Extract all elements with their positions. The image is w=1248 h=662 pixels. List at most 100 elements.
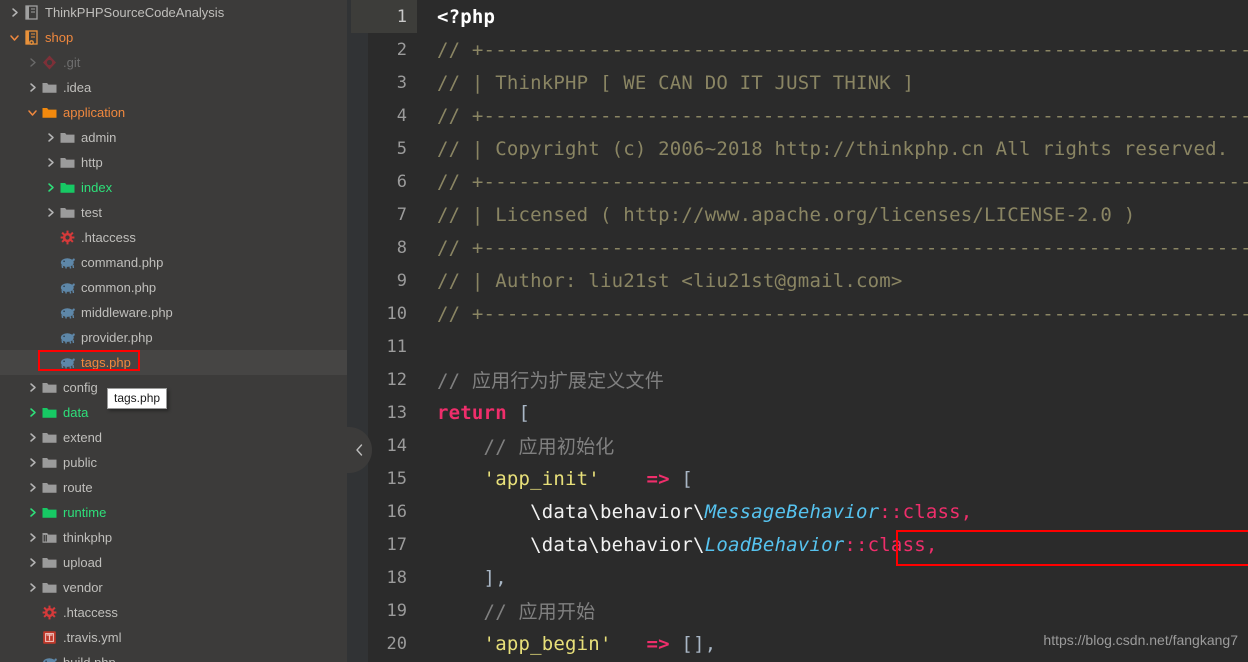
code-token: // | Author: liu21st <liu21st@gmail.com> [437,269,903,292]
code-line[interactable]: 1 <?php [347,0,1248,33]
tree-item-http[interactable]: http [0,150,347,175]
code-line[interactable]: 15 'app_init' => [ [347,462,1248,495]
php-icon [59,279,76,296]
tree-item-htaccess[interactable]: .htaccess [0,225,347,250]
folder-icon [41,379,58,396]
code-line[interactable]: 18 ], [347,561,1248,594]
tree-item-thinkphpsourcecodeanalysis[interactable]: ThinkPHPSourceCodeAnalysis [0,0,347,25]
tree-item-vendor[interactable]: vendor [0,575,347,600]
line-number: 1 [396,6,407,27]
code-line[interactable]: 14 // 应用初始化 [347,429,1248,462]
folder-lib-icon [41,529,58,546]
tree-item-git[interactable]: .git [0,50,347,75]
chevron-right-icon[interactable] [44,206,57,219]
code-line[interactable]: 16 \data\behavior\MessageBehavior::class… [347,495,1248,528]
code-line[interactable]: 8 // +-----------------------------------… [347,231,1248,264]
chevron-right-icon[interactable] [44,131,57,144]
code-line[interactable]: 6 // +-----------------------------------… [347,165,1248,198]
code-line[interactable]: 11 [347,330,1248,363]
code-token: // | ThinkPHP [ WE CAN DO IT JUST THINK … [437,71,915,94]
chevron-right-icon[interactable] [26,456,39,469]
chevron-right-icon[interactable] [8,6,21,19]
php-icon [59,254,76,271]
line-number: 17 [386,534,407,555]
tree-item-common-php[interactable]: common.php [0,275,347,300]
tree-arrow-spacer [26,656,39,662]
line-number: 11 [386,336,407,357]
code-line[interactable]: 12 // 应用行为扩展定义文件 [347,363,1248,396]
chevron-right-icon[interactable] [26,381,39,394]
tree-item-extend[interactable]: extend [0,425,347,450]
code-token: [ [506,401,531,424]
chevron-right-icon[interactable] [26,506,39,519]
tree-arrow-spacer [26,631,39,644]
tree-item-htaccess[interactable]: .htaccess [0,600,347,625]
chevron-down-icon[interactable] [26,106,39,119]
code-line-text: return [ [416,402,530,424]
line-number: 2 [396,39,407,60]
tree-item-public[interactable]: public [0,450,347,475]
chevron-right-icon[interactable] [26,81,39,94]
chevron-right-icon[interactable] [44,156,57,169]
tree-item-thinkphp[interactable]: thinkphp [0,525,347,550]
chevron-right-icon[interactable] [26,581,39,594]
code-line[interactable]: 19 // 应用开始 [347,594,1248,627]
tree-item-provider-php[interactable]: provider.php [0,325,347,350]
tree-item-travis-yml[interactable]: .travis.yml [0,625,347,650]
folder-orange-icon [41,104,58,121]
code-line[interactable]: 4 // +-----------------------------------… [347,99,1248,132]
code-line[interactable]: 3 // | ThinkPHP [ WE CAN DO IT JUST THINK… [347,66,1248,99]
tree-item-label: thinkphp [63,529,113,545]
code-token: => [646,632,670,655]
tree-item-admin[interactable]: admin [0,125,347,150]
tree-item-index[interactable]: index [0,175,347,200]
tree-item-shop[interactable]: shop [0,25,347,50]
tree-item-runtime[interactable]: runtime [0,500,347,525]
folder-icon [59,154,76,171]
tree-item-upload[interactable]: upload [0,550,347,575]
code-line[interactable]: 10 // +----------------------------------… [347,297,1248,330]
project-tree-panel[interactable]: ThinkPHPSourceCodeAnalysis shop .git .idea a… [0,0,347,662]
code-token: 'app_begin' [437,632,612,655]
code-token: // 应用行为扩展定义文件 [437,370,664,392]
tree-item-application[interactable]: application [0,100,347,125]
code-line-text: // | Author: liu21st <liu21st@gmail.com> [416,270,903,292]
chevron-right-icon[interactable] [26,481,39,494]
tree-item-build-php[interactable]: build.php [0,650,347,662]
tree-item-data[interactable]: data [0,400,347,425]
tree-item-middleware-php[interactable]: middleware.php [0,300,347,325]
tree-item-tags-php[interactable]: tags.php [0,350,347,375]
chevron-right-icon[interactable] [26,56,39,69]
code-line[interactable]: 2 // +-----------------------------------… [347,33,1248,66]
tree-item-config[interactable]: config [0,375,347,400]
code-line-text: // 应用初始化 [416,432,615,459]
code-line[interactable]: 7 // | Licensed ( http://www.apache.org/l… [347,198,1248,231]
code-line-text: // | Licensed ( http://www.apache.org/li… [416,204,1135,226]
code-editor[interactable]: 1 <?php 2 // +-----------------------------… [347,0,1248,662]
tree-item-route[interactable]: route [0,475,347,500]
tree-item-command-php[interactable]: command.php [0,250,347,275]
tree-item-label: provider.php [81,329,153,345]
code-line[interactable]: 5 // | Copyright (c) 2006~2018 http://thi… [347,132,1248,165]
line-number: 5 [396,138,407,159]
chevron-right-icon[interactable] [26,556,39,569]
tree-item-label: build.php [63,654,116,662]
tree-item-label: route [63,479,93,495]
chevron-down-icon[interactable] [8,31,21,44]
chevron-right-icon[interactable] [44,181,57,194]
chevron-right-icon[interactable] [26,431,39,444]
chevron-right-icon[interactable] [26,531,39,544]
tree-item-idea[interactable]: .idea [0,75,347,100]
code-line[interactable]: 9 // | Author: liu21st <liu21st@gmail.com… [347,264,1248,297]
code-line-text: \data\behavior\MessageBehavior::class, [416,501,972,523]
chevron-right-icon[interactable] [26,406,39,419]
line-number: 7 [396,204,407,225]
line-number: 15 [386,468,407,489]
code-line[interactable]: 13 return [ [347,396,1248,429]
code-token: return [437,401,507,424]
code-token: \data\behavior\ [437,500,705,523]
tree-item-test[interactable]: test [0,200,347,225]
ide-window: ThinkPHPSourceCodeAnalysis shop .git .idea a… [0,0,1248,662]
code-line[interactable]: 17 \data\behavior\LoadBehavior::class, [347,528,1248,561]
code-token: [ [669,467,694,490]
